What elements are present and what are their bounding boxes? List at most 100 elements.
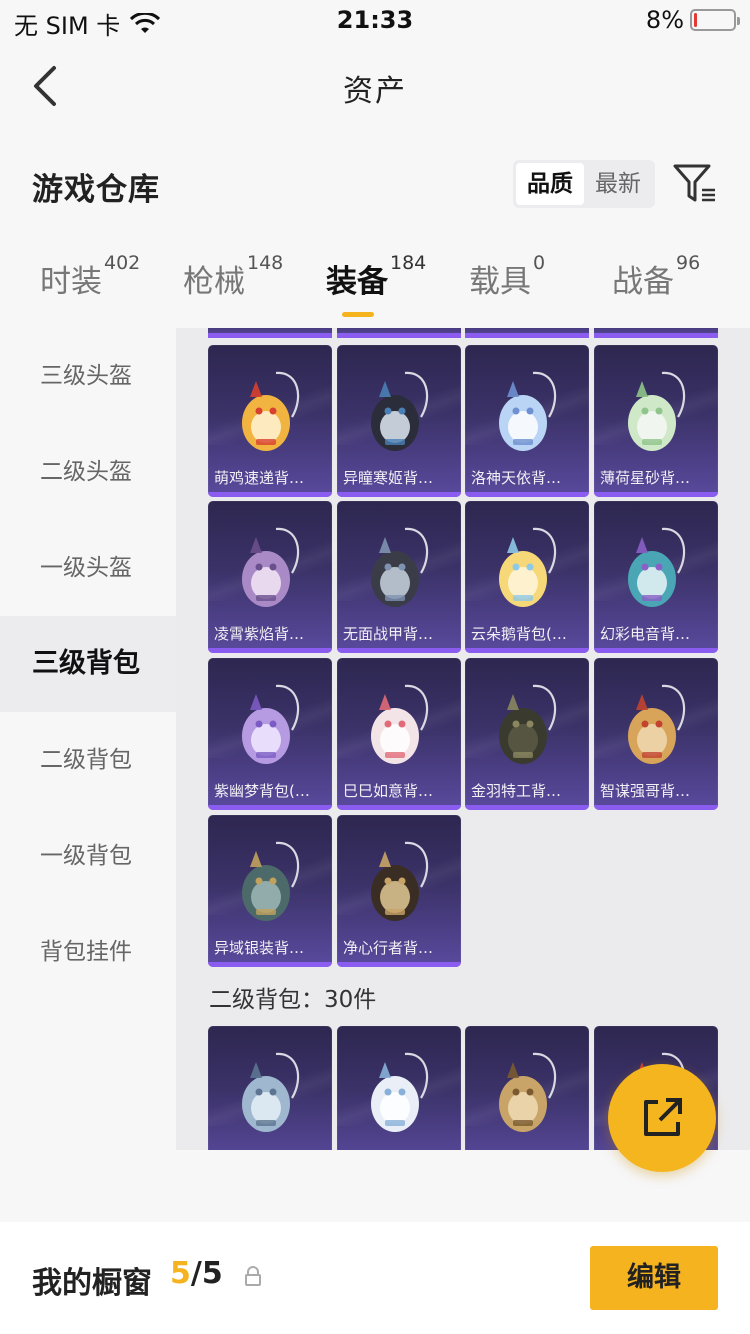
purple-backpack-icon bbox=[242, 684, 300, 764]
sidebar-item-lv3-helmet[interactable]: 三级头盔 bbox=[0, 328, 176, 424]
snake-backpack-icon bbox=[371, 684, 429, 764]
item-card[interactable]: 异域银装背… bbox=[208, 815, 332, 967]
item-card[interactable]: 净心行者背… bbox=[337, 815, 461, 967]
rarity-bar bbox=[594, 648, 718, 653]
rarity-bar bbox=[594, 492, 718, 497]
rarity-bar bbox=[337, 492, 461, 497]
item-card[interactable]: 紫幽梦背包(… bbox=[208, 658, 332, 810]
rarity-bar bbox=[594, 805, 718, 810]
item-card[interactable]: 智谋强哥背… bbox=[594, 658, 718, 810]
sidebar-item-lv2-helmet[interactable]: 二级头盔 bbox=[0, 424, 176, 520]
page-title: 资产 bbox=[343, 74, 407, 109]
category-sidebar: 三级头盔 二级头盔 一级头盔 三级背包 二级背包 一级背包 背包挂件 bbox=[0, 328, 176, 1168]
rarity-bar bbox=[337, 805, 461, 810]
item-name: 云朵鹅背包(… bbox=[471, 625, 567, 643]
battery-icon bbox=[690, 9, 740, 31]
sidebar-item-lv2-backpack[interactable]: 二级背包 bbox=[0, 712, 176, 808]
tab-equipment[interactable]: 装备184 bbox=[326, 252, 426, 301]
lotus-backpack-icon bbox=[242, 527, 300, 607]
sidebar-item-lv1-helmet[interactable]: 一级头盔 bbox=[0, 520, 176, 616]
share-icon bbox=[644, 1098, 682, 1136]
rarity-bar bbox=[208, 805, 332, 810]
item-name: 紫幽梦背包(… bbox=[214, 782, 310, 800]
cat-backpack-icon bbox=[371, 371, 429, 451]
winged-backpack-icon bbox=[499, 371, 557, 451]
battery-percent: 8% bbox=[645, 6, 684, 34]
item-card[interactable] bbox=[208, 1026, 332, 1150]
clock: 21:33 bbox=[336, 6, 414, 34]
item-card[interactable]: 薄荷星砂背… bbox=[594, 345, 718, 497]
showcase-title: 我的橱窗 bbox=[32, 1266, 152, 1301]
rarity-bar bbox=[208, 648, 332, 653]
pouch-backpack-icon bbox=[371, 1052, 429, 1132]
item-name: 萌鸡速递背… bbox=[214, 469, 305, 487]
group-label: 二级背包：30件 bbox=[209, 987, 377, 1013]
item-grid: 萌鸡速递背… 异瞳寒姬背… 洛神天依背… 薄荷星砂背… 凌霄紫焰背… 无面战甲背… 云朵鹅背… bbox=[176, 328, 750, 1150]
showcase-count: 5/5 bbox=[170, 1256, 223, 1291]
item-name: 薄荷星砂背… bbox=[600, 469, 691, 487]
item-name: 洛神天依背… bbox=[471, 469, 562, 487]
filter-button[interactable] bbox=[672, 162, 718, 206]
tab-firearms[interactable]: 枪械148 bbox=[183, 252, 283, 301]
item-card[interactable]: 异瞳寒姬背… bbox=[337, 345, 461, 497]
armor-backpack-icon bbox=[371, 527, 429, 607]
item-card[interactable]: 洛神天依背… bbox=[465, 345, 589, 497]
mint-backpack-icon bbox=[628, 371, 686, 451]
item-name: 异瞳寒姬背… bbox=[343, 469, 434, 487]
item-card[interactable]: 无面战甲背… bbox=[337, 501, 461, 653]
item-name: 巳巳如意背… bbox=[343, 782, 434, 800]
rarity-bar bbox=[337, 962, 461, 967]
sidebar-item-lv3-backpack[interactable]: 三级背包 bbox=[0, 616, 176, 712]
item-card[interactable] bbox=[465, 1026, 589, 1150]
edit-button[interactable]: 编辑 bbox=[590, 1246, 718, 1310]
sort-toggle: 品质 最新 bbox=[513, 160, 655, 208]
rarity-bar bbox=[208, 492, 332, 497]
item-name: 净心行者背… bbox=[343, 939, 434, 957]
speaker-backpack-icon bbox=[628, 527, 686, 607]
tab-fashion[interactable]: 时装402 bbox=[40, 252, 140, 301]
item-card[interactable]: 凌霄紫焰背… bbox=[208, 501, 332, 653]
item-name: 幻彩电音背… bbox=[600, 625, 691, 643]
sort-newest-button[interactable]: 最新 bbox=[584, 163, 652, 205]
item-name: 凌霄紫焰背… bbox=[214, 625, 305, 643]
item-card-partial[interactable] bbox=[594, 328, 718, 338]
item-card[interactable]: 云朵鹅背包(… bbox=[465, 501, 589, 653]
section-title: 游戏仓库 bbox=[32, 172, 160, 208]
item-card-partial[interactable] bbox=[337, 328, 461, 338]
silver-backpack-icon bbox=[242, 841, 300, 921]
active-tab-indicator bbox=[342, 312, 374, 317]
share-button[interactable] bbox=[608, 1064, 716, 1172]
item-card[interactable]: 巳巳如意背… bbox=[337, 658, 461, 810]
filter-icon bbox=[673, 164, 715, 202]
gourd-backpack-icon bbox=[371, 841, 429, 921]
bear-backpack-icon bbox=[499, 1052, 557, 1132]
rarity-bar bbox=[465, 648, 589, 653]
rarity-bar bbox=[208, 962, 332, 967]
tab-vehicles[interactable]: 载具0 bbox=[469, 252, 545, 301]
rarity-bar bbox=[337, 648, 461, 653]
mushroom-backpack-icon bbox=[628, 684, 686, 764]
item-name: 智谋强哥背… bbox=[600, 782, 691, 800]
tab-supplies[interactable]: 战备96 bbox=[612, 252, 700, 301]
sword-backpack-icon bbox=[242, 1052, 300, 1132]
sort-quality-button[interactable]: 品质 bbox=[516, 163, 584, 205]
item-card[interactable]: 幻彩电音背… bbox=[594, 501, 718, 653]
sidebar-item-backpack-charm[interactable]: 背包挂件 bbox=[0, 904, 176, 1000]
item-card[interactable]: 萌鸡速递背… bbox=[208, 345, 332, 497]
item-card-partial[interactable] bbox=[465, 328, 589, 338]
goose-backpack-icon bbox=[499, 527, 557, 607]
item-card[interactable] bbox=[337, 1026, 461, 1150]
item-card[interactable]: 金羽特工背… bbox=[465, 658, 589, 810]
item-card-partial[interactable] bbox=[208, 328, 332, 338]
tactical-backpack-icon bbox=[499, 684, 557, 764]
lock-icon bbox=[245, 1266, 261, 1286]
category-tabs: 时装402 枪械148 装备184 载具0 战备96 bbox=[0, 252, 750, 326]
rarity-bar bbox=[465, 805, 589, 810]
sidebar-item-lv1-backpack[interactable]: 一级背包 bbox=[0, 808, 176, 904]
nav-bar: 资产 bbox=[0, 48, 750, 124]
status-bar: 无 SIM 卡 21:33 8% bbox=[0, 0, 750, 40]
item-name: 金羽特工背… bbox=[471, 782, 562, 800]
showcase-bar: 我的橱窗 5/5 编辑 bbox=[0, 1222, 750, 1334]
chick-backpack-icon bbox=[242, 371, 300, 451]
rarity-bar bbox=[465, 492, 589, 497]
